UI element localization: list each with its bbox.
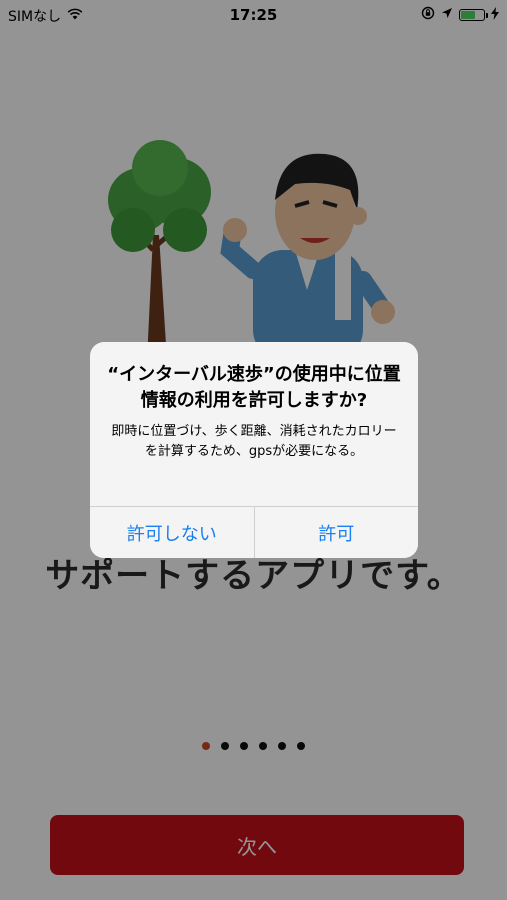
deny-button[interactable]: 許可しない [90, 507, 255, 558]
allow-button-label: 許可 [318, 523, 355, 545]
alert-button-row: 許可しない 許可 [90, 506, 418, 558]
deny-button-label: 許可しない [126, 523, 217, 545]
allow-button[interactable]: 許可 [254, 507, 418, 558]
location-permission-alert: “インターバル速歩”の使用中に位置情報の利用を許可しますか? 即時に位置づけ、歩… [90, 342, 418, 558]
alert-title: “インターバル速歩”の使用中に位置情報の利用を許可しますか? [107, 364, 401, 411]
alert-message: 即時に位置づけ、歩く距離、消耗されたカロリーを計算するため、gpsが必要になる。 [111, 424, 397, 459]
